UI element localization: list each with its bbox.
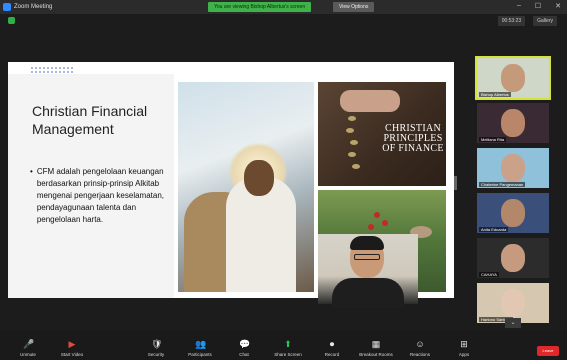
screen-share-banner: You are viewing Bishop Albertus's screen — [208, 2, 312, 12]
participant-name: Anita Eduarda — [479, 227, 509, 232]
berry — [382, 220, 388, 226]
participants-label: Participants — [188, 352, 212, 357]
participant-tile[interactable]: Anita Eduarda — [477, 193, 549, 233]
record-button[interactable]: ⏺ Record — [310, 339, 354, 358]
dot-pattern-decoration — [30, 66, 74, 74]
window-controls: – ☐ ✕ — [517, 2, 561, 10]
slide-bullet: • CFM adalah pengelolaan keuangan berdas… — [30, 166, 180, 226]
presenter-body — [332, 278, 404, 308]
participant-video — [501, 154, 525, 182]
security-button[interactable]: 🛡 Security — [134, 339, 178, 358]
participant-name: Meiliana Rita — [479, 137, 507, 142]
reactions-label: Reactions — [409, 352, 430, 357]
coin — [346, 128, 354, 133]
participants-icon: 👥 — [195, 339, 207, 349]
participant-tile[interactable]: Chaterine Pangemanan — [477, 148, 549, 188]
chat-icon: 💬 — [239, 339, 251, 349]
coin — [348, 116, 356, 121]
view-toggle-button[interactable]: Gallery — [533, 16, 557, 26]
participant-name: CAHAYA — [479, 272, 499, 277]
zoom-logo-icon — [3, 3, 11, 11]
start-video-button[interactable]: ▶ Start Video — [50, 339, 94, 358]
coin — [348, 152, 356, 157]
presenter-hair — [350, 236, 384, 250]
window-title: Zoom Meeting — [14, 4, 53, 10]
record-icon: ⏺ — [329, 339, 335, 349]
maximize-icon[interactable]: ☐ — [535, 2, 541, 10]
presenter-glasses — [354, 254, 380, 260]
participant-video — [501, 244, 525, 272]
close-icon[interactable]: ✕ — [555, 2, 561, 10]
reactions-icon: ☺ — [415, 339, 425, 349]
apps-label: Apps — [458, 352, 470, 357]
participant-tile[interactable]: Meiliana Rita — [477, 103, 549, 143]
berry — [374, 212, 380, 218]
title-bar: Zoom Meeting You are viewing Bishop Albe… — [0, 0, 567, 14]
apps-icon: ⊞ — [460, 339, 468, 349]
breakout-rooms-label: Breakout Rooms — [359, 352, 393, 357]
split-resize-handle[interactable] — [454, 176, 457, 190]
app-title: Zoom Meeting — [3, 3, 52, 11]
jesus-embrace-image — [178, 82, 314, 292]
slide-title: Christian Financial Management — [32, 103, 148, 137]
participant-tile[interactable]: Hartono Santoso — [477, 283, 549, 323]
participant-video — [501, 64, 525, 92]
presenter-video — [318, 234, 418, 308]
participant-tile[interactable]: CAHAYA — [477, 238, 549, 278]
unmute-icon: 🎤 — [23, 339, 35, 349]
record-label: Record — [324, 352, 340, 357]
coin — [352, 164, 360, 169]
participant-video — [501, 289, 525, 317]
share-screen-label: Share Screen — [274, 352, 302, 357]
participants-button[interactable]: 👥 Participants — [178, 339, 222, 358]
participant-name: Chaterine Pangemanan — [479, 182, 526, 187]
view-options-button[interactable]: View Options — [333, 2, 375, 12]
security-label: Security — [147, 352, 165, 357]
reactions-button[interactable]: ☺ Reactions — [398, 339, 442, 358]
meeting-timer: 00:53:23 — [497, 16, 526, 26]
breakout-rooms-icon: ▦ — [371, 339, 381, 349]
unmute-button[interactable]: 🎤 Unmute — [6, 339, 50, 358]
participant-video — [501, 109, 525, 137]
breakout-rooms-button[interactable]: ▦ Breakout Rooms — [354, 339, 398, 358]
unmute-label: Unmute — [20, 352, 36, 357]
participant-video — [501, 199, 525, 227]
start-video-icon: ▶ — [68, 339, 76, 349]
bullet-text: CFM adalah pengelolaan keuangan berdasar… — [36, 167, 165, 224]
coins-hand-image: CHRISTIAN PRINCIPLES OF FINANCE — [318, 82, 446, 186]
meeting-toolbar: 🎤 Unmute ▶ Start Video 🛡 Security 👥 Participant… — [0, 330, 567, 360]
participant-gallery: Bishop Albertus Meiliana Rita Chaterine Pa… — [475, 56, 551, 330]
gallery-scroll-down-icon[interactable]: ⌄ — [505, 318, 521, 328]
hand-shape — [340, 90, 400, 112]
apps-button[interactable]: ⊞ Apps — [442, 339, 486, 358]
minimize-icon[interactable]: – — [517, 2, 521, 10]
participant-name: Bishop Albertus — [479, 92, 511, 97]
participant-tile[interactable]: Bishop Albertus — [475, 56, 551, 100]
zoom-window: Zoom Meeting You are viewing Bishop Albe… — [0, 0, 567, 360]
chat-label: Chat — [239, 352, 249, 357]
share-screen-icon: ⬆ — [284, 339, 292, 349]
top-right-controls: 00:53:23 Gallery — [497, 16, 557, 26]
chat-button[interactable]: 💬 Chat — [222, 339, 266, 358]
start-video-label: Start Video — [60, 352, 84, 357]
leave-button[interactable]: Leave — [537, 346, 559, 356]
berry — [368, 224, 374, 230]
image-caption: CHRISTIAN PRINCIPLES OF FINANCE — [382, 123, 444, 154]
security-icon: 🛡 — [151, 339, 163, 349]
coin — [350, 140, 358, 145]
jesus-head — [244, 160, 274, 196]
encryption-shield-icon[interactable] — [8, 17, 15, 24]
bullet-marker: • — [30, 167, 33, 176]
share-screen-button[interactable]: ⬆ Share Screen — [266, 339, 310, 358]
